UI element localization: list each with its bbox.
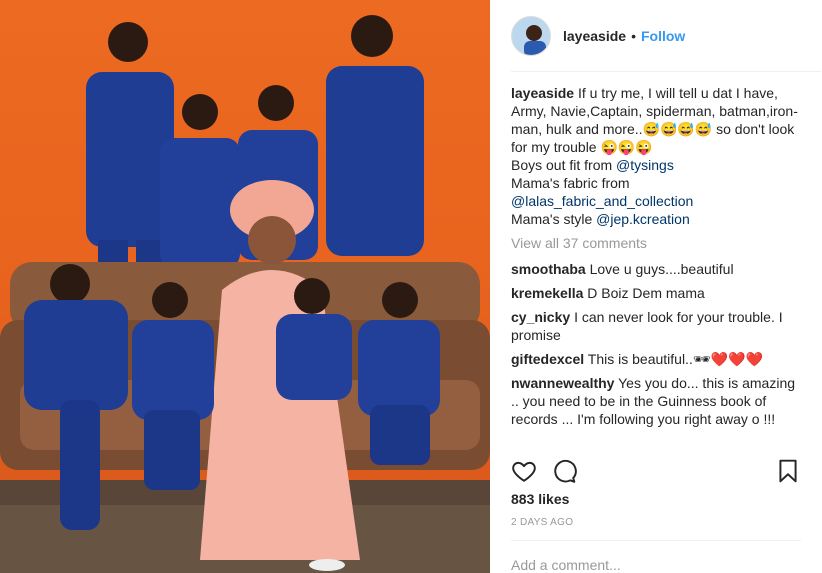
- separator-dot: •: [631, 27, 636, 44]
- comment-username[interactable]: smoothaba: [511, 261, 586, 277]
- comment-text: D Boiz Dem mama: [587, 285, 705, 301]
- post-actions: [511, 456, 801, 486]
- heart-outline-icon[interactable]: [511, 458, 537, 484]
- post-photo[interactable]: [0, 0, 490, 573]
- mention-lalas-fabric[interactable]: @lalas_fabric_and_collection: [511, 193, 693, 209]
- mention-tysings[interactable]: @tysings: [616, 157, 674, 173]
- username[interactable]: layeaside: [563, 28, 626, 44]
- post-side-panel: layeaside • Follow layeaside If u try me…: [490, 0, 822, 573]
- caption-username[interactable]: layeaside: [511, 85, 574, 101]
- caption: layeaside If u try me, I will tell u dat…: [511, 84, 801, 228]
- caption-line-mamas-style: Mama's style @jep.kcreation: [511, 210, 801, 228]
- caption-line-boys-outfit: Boys out fit from @tysings: [511, 156, 801, 174]
- caption-line-mamas-fabric: Mama's fabric from @lalas_fabric_and_col…: [511, 174, 801, 210]
- comment-username[interactable]: nwannewealthy: [511, 375, 614, 391]
- post-header: layeaside • Follow: [511, 0, 821, 72]
- comment-item: kremekella D Boiz Dem mama: [511, 284, 801, 302]
- avatar[interactable]: [511, 15, 551, 56]
- avatar-image: [512, 16, 550, 55]
- caption-boys-outfit-text: Boys out fit from: [511, 157, 617, 173]
- divider: [511, 540, 801, 541]
- view-all-comments-link[interactable]: View all 37 comments: [511, 234, 801, 252]
- comment-username[interactable]: giftedexcel: [511, 351, 584, 367]
- caption-mamas-fabric-text: Mama's fabric from: [511, 175, 630, 191]
- posted-time[interactable]: 2 DAYS AGO: [511, 517, 573, 528]
- mention-jep-kcreation[interactable]: @jep.kcreation: [596, 211, 690, 227]
- comment-username[interactable]: kremekella: [511, 285, 583, 301]
- caption-mamas-style-text: Mama's style: [511, 211, 597, 227]
- follow-button[interactable]: Follow: [641, 28, 685, 44]
- comment-item: cy_nicky I can never look for your troub…: [511, 308, 801, 344]
- likes-count[interactable]: 883 likes: [511, 491, 569, 507]
- comment-username[interactable]: cy_nicky: [511, 309, 570, 325]
- comment-text: This is beautiful..🕶❤️❤️❤️: [587, 351, 763, 367]
- comment-item: nwannewealthy Yes you do... this is amaz…: [511, 374, 801, 428]
- add-comment-input[interactable]: [511, 555, 801, 573]
- family-photo-illustration: [0, 15, 490, 573]
- comment-text: Love u guys....beautiful: [589, 261, 734, 277]
- comment-item: giftedexcel This is beautiful..🕶❤️❤️❤️: [511, 350, 801, 368]
- standing-boy-4: [326, 15, 424, 256]
- bookmark-icon[interactable]: [775, 458, 801, 484]
- comments-list[interactable]: layeaside If u try me, I will tell u dat…: [511, 84, 801, 448]
- speech-bubble-icon[interactable]: [551, 458, 577, 484]
- comment-item: smoothaba Love u guys....beautiful: [511, 260, 801, 278]
